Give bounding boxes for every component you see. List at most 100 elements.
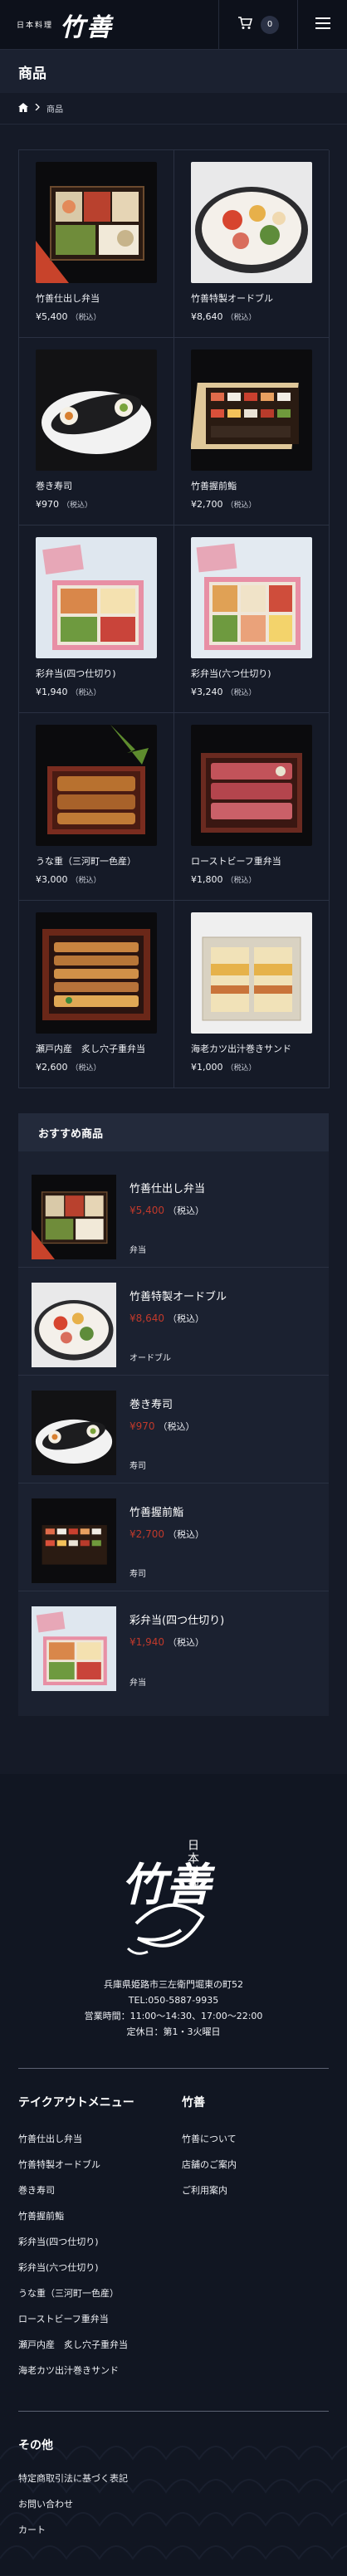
recommended-category: 弁当: [130, 1246, 146, 1255]
shop-address: 兵庫県姫路市三左衛門堀東の町52: [104, 1979, 243, 1990]
tax-label: （税込）: [168, 1205, 204, 1216]
product-price-row: ¥3,240 （税込）: [191, 687, 312, 697]
tax-label: （税込）: [226, 689, 257, 697]
product-price: ¥3,240: [191, 687, 223, 697]
footer-link[interactable]: 竹善について: [182, 2125, 329, 2151]
menu-button[interactable]: [297, 0, 347, 50]
page-title: 商品: [0, 50, 347, 93]
footer-link[interactable]: うな重（三河町一色産）: [18, 2280, 165, 2305]
footer-link[interactable]: 彩弁当(四つ仕切り): [18, 2228, 165, 2254]
product-card[interactable]: 巻き寿司 ¥970 （税込）: [19, 338, 174, 525]
shop-holiday: 定休日：第1・3火曜日: [126, 2026, 221, 2037]
product-image-bento: [36, 162, 157, 283]
recommended-item[interactable]: 竹善仕出し弁当 ¥5,400 （税込） 弁当: [18, 1160, 329, 1268]
product-card[interactable]: 竹善特製オードブル ¥8,640 （税込）: [174, 150, 330, 338]
recommended-item[interactable]: 竹善握前鮨 ¥2,700 （税込） 寿司: [18, 1484, 329, 1591]
recommended-name: 竹善特製オードブル: [130, 1291, 227, 1303]
recommended-info: 巻き寿司 ¥970 （税込） 寿司: [130, 1391, 195, 1483]
product-price: ¥8,640: [191, 311, 223, 322]
product-price-row: ¥2,600 （税込）: [36, 1062, 157, 1073]
footer-link[interactable]: 竹善特製オードブル: [18, 2151, 165, 2177]
footer-logo[interactable]: 日本料理 竹善: [18, 1824, 329, 1965]
recommended-item[interactable]: 竹善特製オードブル ¥8,640 （税込） オードブル: [18, 1268, 329, 1376]
footer-divider: [18, 2411, 329, 2412]
product-card[interactable]: 彩弁当(六つ仕切り) ¥3,240 （税込）: [174, 525, 330, 713]
footer-link[interactable]: 竹善仕出し弁当: [18, 2125, 165, 2151]
tax-label: （税込）: [71, 689, 101, 697]
recommended-price-row: ¥8,640 （税込）: [130, 1312, 227, 1325]
recommended-image-hors-doeuvre: [32, 1283, 116, 1367]
product-name: 海老カツ出汁巻きサンド: [191, 1044, 291, 1054]
product-price: ¥2,700: [191, 499, 223, 510]
footer-link[interactable]: 瀬戸内産 炙し穴子重弁当: [18, 2331, 165, 2357]
footer-link[interactable]: 店舗のご案内: [182, 2151, 329, 2177]
product-image-nigiri: [191, 349, 312, 471]
footer-link[interactable]: 彩弁当(六つ仕切り): [18, 2254, 165, 2280]
takeout-menu-heading: テイクアウトメニュー: [18, 2096, 134, 2109]
tax-label: （税込）: [168, 1313, 204, 1324]
site-logo[interactable]: 日本料理 竹善: [0, 7, 218, 43]
footer-link[interactable]: ローストビーフ重弁当: [18, 2305, 165, 2331]
breadcrumb: 商品: [0, 93, 347, 125]
cart-count-badge: 0: [261, 15, 279, 34]
recommended-category: 弁当: [130, 1679, 146, 1688]
hamburger-icon: [315, 17, 330, 32]
product-image-anago: [36, 912, 157, 1034]
product-price-row: ¥1,000 （税込）: [191, 1062, 312, 1073]
cart-button[interactable]: 0: [218, 0, 297, 50]
product-name: ローストビーフ重弁当: [191, 856, 281, 867]
shop-tel[interactable]: TEL:050-5887-9935: [18, 1992, 329, 2008]
product-card[interactable]: 瀬戸内産 炙し穴子重弁当 ¥2,600 （税込）: [19, 901, 174, 1088]
recommended-name: 竹善仕出し弁当: [130, 1183, 206, 1195]
product-image-irodori-4: [36, 537, 157, 658]
recommended-name: 彩弁当(四つ仕切り): [130, 1615, 225, 1627]
recommended-list: 竹善仕出し弁当 ¥5,400 （税込） 弁当 竹善特製オードブル ¥8,640 （税…: [18, 1151, 329, 1716]
product-card[interactable]: 彩弁当(四つ仕切り) ¥1,940 （税込）: [19, 525, 174, 713]
tax-label: （税込）: [226, 314, 257, 322]
product-name: 竹善仕出し弁当: [36, 293, 100, 304]
product-price: ¥1,800: [191, 874, 223, 885]
recommended-price: ¥1,940: [130, 1636, 164, 1648]
product-card[interactable]: 海老カツ出汁巻きサンド ¥1,000 （税込）: [174, 901, 330, 1088]
product-name: 竹善特製オードブル: [191, 293, 273, 304]
recommended-price: ¥5,400: [130, 1205, 164, 1216]
product-card[interactable]: 竹善仕出し弁当 ¥5,400 （税込）: [19, 150, 174, 338]
product-image-hors-doeuvre: [191, 162, 312, 283]
recommended-item[interactable]: 彩弁当(四つ仕切り) ¥1,940 （税込） 弁当: [18, 1591, 329, 1699]
product-image-unaju: [36, 725, 157, 846]
footer-logo-title: 竹善: [121, 1858, 216, 1911]
product-image-sandwich: [191, 912, 312, 1034]
product-price-row: ¥5,400 （税込）: [36, 311, 157, 322]
shop-address-block: 兵庫県姫路市三左衛門堀東の町52 TEL:050-5887-9935 営業時間：…: [18, 1977, 329, 2040]
recommended-section: おすすめ商品 竹善仕出し弁当 ¥5,400 （税込） 弁当 竹善特製オードブル ¥…: [0, 1105, 347, 1733]
recommended-info: 竹善握前鮨 ¥2,700 （税込） 寿司: [130, 1498, 204, 1591]
breadcrumb-current: 商品: [46, 105, 63, 115]
product-grid-section: 竹善仕出し弁当 ¥5,400 （税込） 竹善特製オードブル ¥8,640 （税込） …: [0, 125, 347, 1105]
recommended-info: 竹善特製オードブル ¥8,640 （税込） オードブル: [130, 1283, 227, 1375]
logo-subtitle: 日本料理: [17, 22, 54, 30]
footer-link[interactable]: 海老カツ出汁巻きサンド: [18, 2357, 165, 2383]
shop-hours: 営業時間：11:00〜14:30、17:00〜22:00: [84, 2011, 263, 2021]
recommended-name: 巻き寿司: [130, 1399, 174, 1411]
tax-label: （税込）: [168, 1529, 204, 1540]
recommended-price: ¥8,640: [130, 1312, 164, 1324]
product-card[interactable]: ローストビーフ重弁当 ¥1,800 （税込）: [174, 713, 330, 901]
product-image-makizushi: [36, 349, 157, 471]
recommended-item[interactable]: 巻き寿司 ¥970 （税込） 寿司: [18, 1376, 329, 1484]
product-image-roast-beef: [191, 725, 312, 846]
wave-pattern: [0, 2446, 347, 2560]
recommended-image-irodori-4: [32, 1606, 116, 1691]
tax-label: （税込）: [71, 314, 101, 322]
product-card[interactable]: 竹善握前鮨 ¥2,700 （税込）: [174, 338, 330, 525]
tax-label: （税込）: [168, 1637, 204, 1648]
footer-link[interactable]: ご利用案内: [182, 2177, 329, 2202]
product-grid: 竹善仕出し弁当 ¥5,400 （税込） 竹善特製オードブル ¥8,640 （税込） …: [18, 149, 330, 1088]
footer-link[interactable]: 巻き寿司: [18, 2177, 165, 2202]
recommended-price: ¥970: [130, 1420, 155, 1432]
product-card[interactable]: うな重（三河町一色産） ¥3,000 （税込）: [19, 713, 174, 901]
product-price: ¥5,400: [36, 311, 68, 322]
product-name: 巻き寿司: [36, 481, 72, 491]
footer-link[interactable]: 竹善握前鮨: [18, 2202, 165, 2228]
home-icon[interactable]: [18, 102, 28, 115]
recommended-price-row: ¥5,400 （税込）: [130, 1204, 205, 1217]
